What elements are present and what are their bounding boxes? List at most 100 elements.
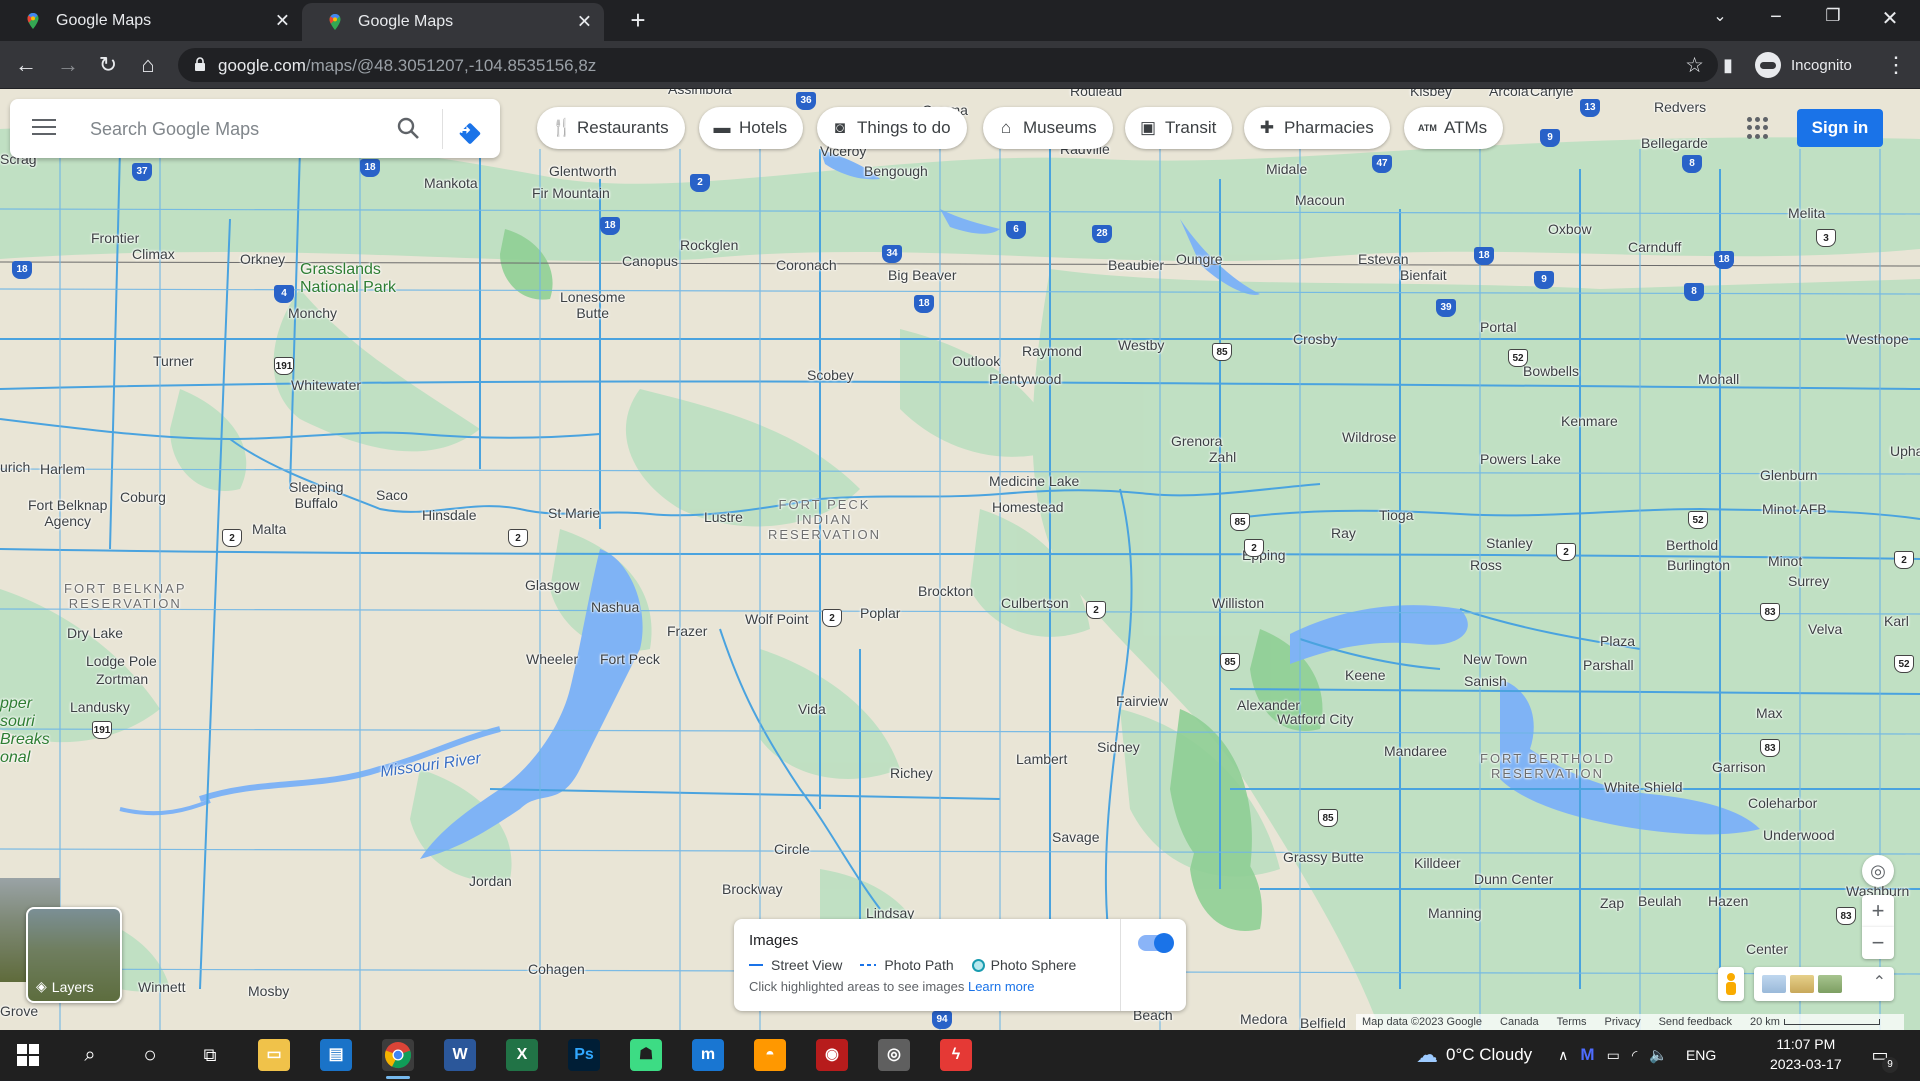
- photoshop-icon[interactable]: Ps: [568, 1039, 600, 1071]
- place-label[interactable]: Culbertson: [1001, 595, 1069, 611]
- home-icon[interactable]: ⌂: [134, 51, 162, 79]
- sign-in-button[interactable]: Sign in: [1797, 109, 1883, 147]
- place-label[interactable]: Fort Belknap Agency: [28, 497, 107, 529]
- windows-start-icon[interactable]: [12, 1039, 44, 1071]
- search-icon[interactable]: ⌕: [74, 1039, 106, 1071]
- route-shield[interactable]: 37: [132, 163, 152, 181]
- place-label[interactable]: Glentworth: [549, 163, 617, 179]
- place-label[interactable]: Lodge Pole: [86, 653, 157, 669]
- chip-atms[interactable]: ATM ATMs: [1404, 107, 1504, 149]
- place-label[interactable]: Powers Lake: [1480, 451, 1561, 467]
- place-label[interactable]: Frazer: [667, 623, 707, 639]
- my-location-icon[interactable]: ◎: [1862, 855, 1894, 887]
- place-label[interactable]: Circle: [774, 841, 810, 857]
- place-label[interactable]: Max: [1756, 705, 1782, 721]
- zoom-out-button[interactable]: −: [1862, 927, 1894, 959]
- chip-museums[interactable]: ⌂ Museums: [983, 107, 1113, 149]
- place-label[interactable]: Zap: [1600, 895, 1624, 911]
- route-shield[interactable]: 9: [1534, 271, 1554, 289]
- place-label[interactable]: Hazen: [1708, 893, 1748, 909]
- learn-more-link[interactable]: Learn more: [968, 979, 1034, 994]
- place-label[interactable]: Portal: [1480, 319, 1517, 335]
- notifications-icon[interactable]: ▭ 9: [1864, 1039, 1898, 1073]
- tab-google-maps-2[interactable]: Google Maps ✕: [302, 3, 604, 41]
- route-shield[interactable]: 83: [1760, 603, 1780, 621]
- place-label[interactable]: Wheeler: [526, 651, 578, 667]
- route-shield[interactable]: 191: [92, 721, 112, 739]
- park-label[interactable]: Grasslands National Park: [300, 261, 396, 297]
- place-label[interactable]: Surrey: [1788, 573, 1829, 589]
- url-text[interactable]: google.com/maps/@48.3051207,-104.8535156…: [218, 56, 596, 76]
- place-label[interactable]: urich: [0, 459, 30, 475]
- place-label[interactable]: Oungre: [1176, 251, 1223, 267]
- route-shield[interactable]: 2: [1086, 601, 1106, 619]
- route-shield[interactable]: 3: [1816, 229, 1836, 247]
- new-tab-button[interactable]: +: [624, 6, 652, 34]
- place-label[interactable]: Big Beaver: [888, 267, 956, 283]
- place-label[interactable]: Grassy Butte: [1283, 849, 1364, 865]
- route-shield[interactable]: 52: [1894, 655, 1914, 673]
- route-shield[interactable]: 85: [1230, 513, 1250, 531]
- close-tab-icon[interactable]: ✕: [577, 12, 592, 33]
- place-label[interactable]: Kisbey: [1410, 89, 1452, 99]
- weather-text[interactable]: 0°C Cloudy: [1446, 1045, 1532, 1065]
- place-label[interactable]: Climax: [132, 246, 175, 262]
- place-label[interactable]: Beaubier: [1108, 257, 1164, 273]
- place-label[interactable]: Crosby: [1293, 331, 1337, 347]
- map-canvas[interactable]: Assiniboia Ogema Rouleau Kisbey Arcola C…: [0, 89, 1920, 1030]
- forward-arrow-icon[interactable]: →: [54, 51, 82, 79]
- outlook-app-icon[interactable]: ▤: [320, 1039, 352, 1071]
- route-shield[interactable]: 18: [1714, 251, 1734, 269]
- place-label[interactable]: Poplar: [860, 605, 900, 621]
- place-label[interactable]: Macoun: [1295, 192, 1345, 208]
- place-label[interactable]: Bienfait: [1400, 267, 1447, 283]
- attrib-canada[interactable]: Canada: [1500, 1016, 1539, 1028]
- place-label[interactable]: Minot AFB: [1762, 501, 1827, 517]
- more-menu-icon[interactable]: ⋮: [1882, 51, 1910, 79]
- route-shield[interactable]: 2: [1556, 543, 1576, 561]
- route-shield[interactable]: 85: [1212, 343, 1232, 361]
- place-label[interactable]: Burlington: [1667, 557, 1730, 573]
- route-shield[interactable]: 13: [1580, 99, 1600, 117]
- place-label[interactable]: Wildrose: [1342, 429, 1396, 445]
- place-label[interactable]: Garrison: [1712, 759, 1766, 775]
- expand-chevron-icon[interactable]: ⌃: [1873, 972, 1886, 992]
- place-label[interactable]: Landusky: [70, 699, 130, 715]
- place-label[interactable]: Assiniboia: [668, 89, 732, 97]
- place-label[interactable]: Whitewater: [291, 377, 361, 393]
- media-app-icon[interactable]: ◎: [878, 1039, 910, 1071]
- attrib-privacy[interactable]: Privacy: [1605, 1016, 1641, 1028]
- chip-things-to-do[interactable]: ◙ Things to do: [817, 107, 967, 149]
- place-label[interactable]: Lustre: [704, 509, 743, 525]
- place-label[interactable]: Vida: [798, 701, 826, 717]
- back-arrow-icon[interactable]: ←: [12, 51, 40, 79]
- place-label[interactable]: Carlyle: [1530, 89, 1574, 99]
- place-label[interactable]: Bowbells: [1523, 363, 1579, 379]
- route-shield[interactable]: 34: [882, 245, 902, 263]
- file-explorer-icon[interactable]: ▭: [258, 1039, 290, 1071]
- place-label[interactable]: Dry Lake: [67, 625, 123, 641]
- place-label[interactable]: Homestead: [992, 499, 1064, 515]
- place-label[interactable]: Karl: [1884, 613, 1909, 629]
- chip-hotels[interactable]: ▬ Hotels: [699, 107, 804, 149]
- route-shield[interactable]: 2: [822, 609, 842, 627]
- place-label[interactable]: Bellegarde: [1641, 135, 1708, 151]
- lock-icon[interactable]: [194, 57, 206, 71]
- place-label[interactable]: Scobey: [807, 367, 854, 383]
- route-shield[interactable]: 18: [12, 261, 32, 279]
- place-label[interactable]: Westby: [1118, 337, 1164, 353]
- chrome-icon[interactable]: [382, 1039, 414, 1079]
- place-label[interactable]: Arcola: [1489, 89, 1529, 99]
- route-shield[interactable]: 18: [1474, 247, 1494, 265]
- place-label[interactable]: Kenmare: [1561, 413, 1618, 429]
- place-label[interactable]: Tioga: [1379, 507, 1414, 523]
- place-label[interactable]: Upham: [1890, 443, 1920, 459]
- place-label[interactable]: Frontier: [91, 230, 139, 246]
- route-shield[interactable]: 85: [1318, 809, 1338, 827]
- side-panel-icon[interactable]: ▮: [1714, 51, 1742, 79]
- place-label[interactable]: Brockway: [722, 881, 783, 897]
- route-shield[interactable]: 2: [690, 174, 710, 192]
- cortana-icon[interactable]: ○: [134, 1039, 166, 1071]
- attrib-terms[interactable]: Terms: [1557, 1016, 1587, 1028]
- imagery-thumbnails[interactable]: ⌃: [1754, 967, 1894, 1001]
